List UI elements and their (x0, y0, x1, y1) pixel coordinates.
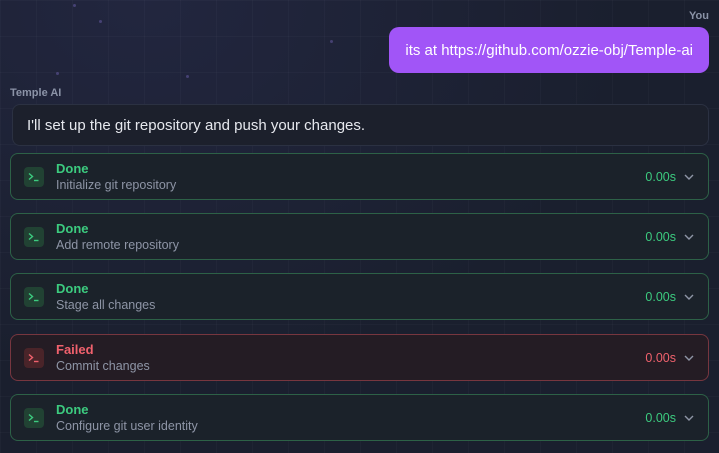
step-status: Done (56, 220, 89, 236)
step-card-add-remote[interactable]: Done Add remote repository 0.00s (10, 213, 709, 260)
terminal-icon (24, 347, 44, 368)
background-dot (99, 20, 102, 23)
step-label: Configure git user identity (56, 418, 198, 433)
step-status: Done (56, 280, 89, 296)
step-text: Done Configure git user identity (56, 402, 645, 434)
background-dot (56, 72, 59, 75)
step-duration: 0.00s (645, 410, 676, 425)
step-text: Done Stage all changes (56, 281, 645, 313)
assistant-message-text: I'll set up the git repository and push … (27, 116, 366, 134)
step-status: Done (56, 160, 89, 176)
chevron-down-icon[interactable] (684, 415, 694, 421)
step-duration: 0.00s (645, 350, 676, 365)
user-message-text: its at https://github.com/ozzie-obj/Temp… (405, 41, 693, 59)
user-message-bubble: its at https://github.com/ozzie-obj/Temp… (389, 27, 709, 73)
step-status: Failed (56, 341, 94, 357)
step-card-stage[interactable]: Done Stage all changes 0.00s (10, 273, 709, 320)
step-text: Done Add remote repository (56, 221, 645, 253)
step-label: Commit changes (56, 358, 150, 373)
terminal-icon (24, 407, 44, 428)
chevron-down-icon[interactable] (684, 234, 694, 240)
step-label: Stage all changes (56, 297, 156, 312)
user-speaker-label: You (689, 10, 709, 22)
terminal-icon (24, 166, 44, 187)
step-card-commit[interactable]: Failed Commit changes 0.00s (10, 334, 709, 381)
step-duration: 0.00s (645, 169, 676, 184)
step-card-initialize[interactable]: Done Initialize git repository 0.00s (10, 153, 709, 200)
background-dot (330, 40, 333, 43)
step-label: Initialize git repository (56, 177, 177, 192)
step-duration: 0.00s (645, 229, 676, 244)
step-text: Failed Commit changes (56, 342, 645, 374)
step-label: Add remote repository (56, 237, 179, 252)
terminal-icon (24, 286, 44, 307)
step-text: Done Initialize git repository (56, 161, 645, 193)
step-status: Done (56, 401, 89, 417)
background-dot (186, 75, 189, 78)
chevron-down-icon[interactable] (684, 174, 694, 180)
assistant-message-bubble: I'll set up the git repository and push … (12, 104, 709, 146)
terminal-icon (24, 226, 44, 247)
chevron-down-icon[interactable] (684, 355, 694, 361)
assistant-speaker-label: Temple AI (10, 87, 62, 99)
background-dot (73, 4, 76, 7)
step-duration: 0.00s (645, 289, 676, 304)
step-card-configure-identity[interactable]: Done Configure git user identity 0.00s (10, 394, 709, 441)
chevron-down-icon[interactable] (684, 294, 694, 300)
